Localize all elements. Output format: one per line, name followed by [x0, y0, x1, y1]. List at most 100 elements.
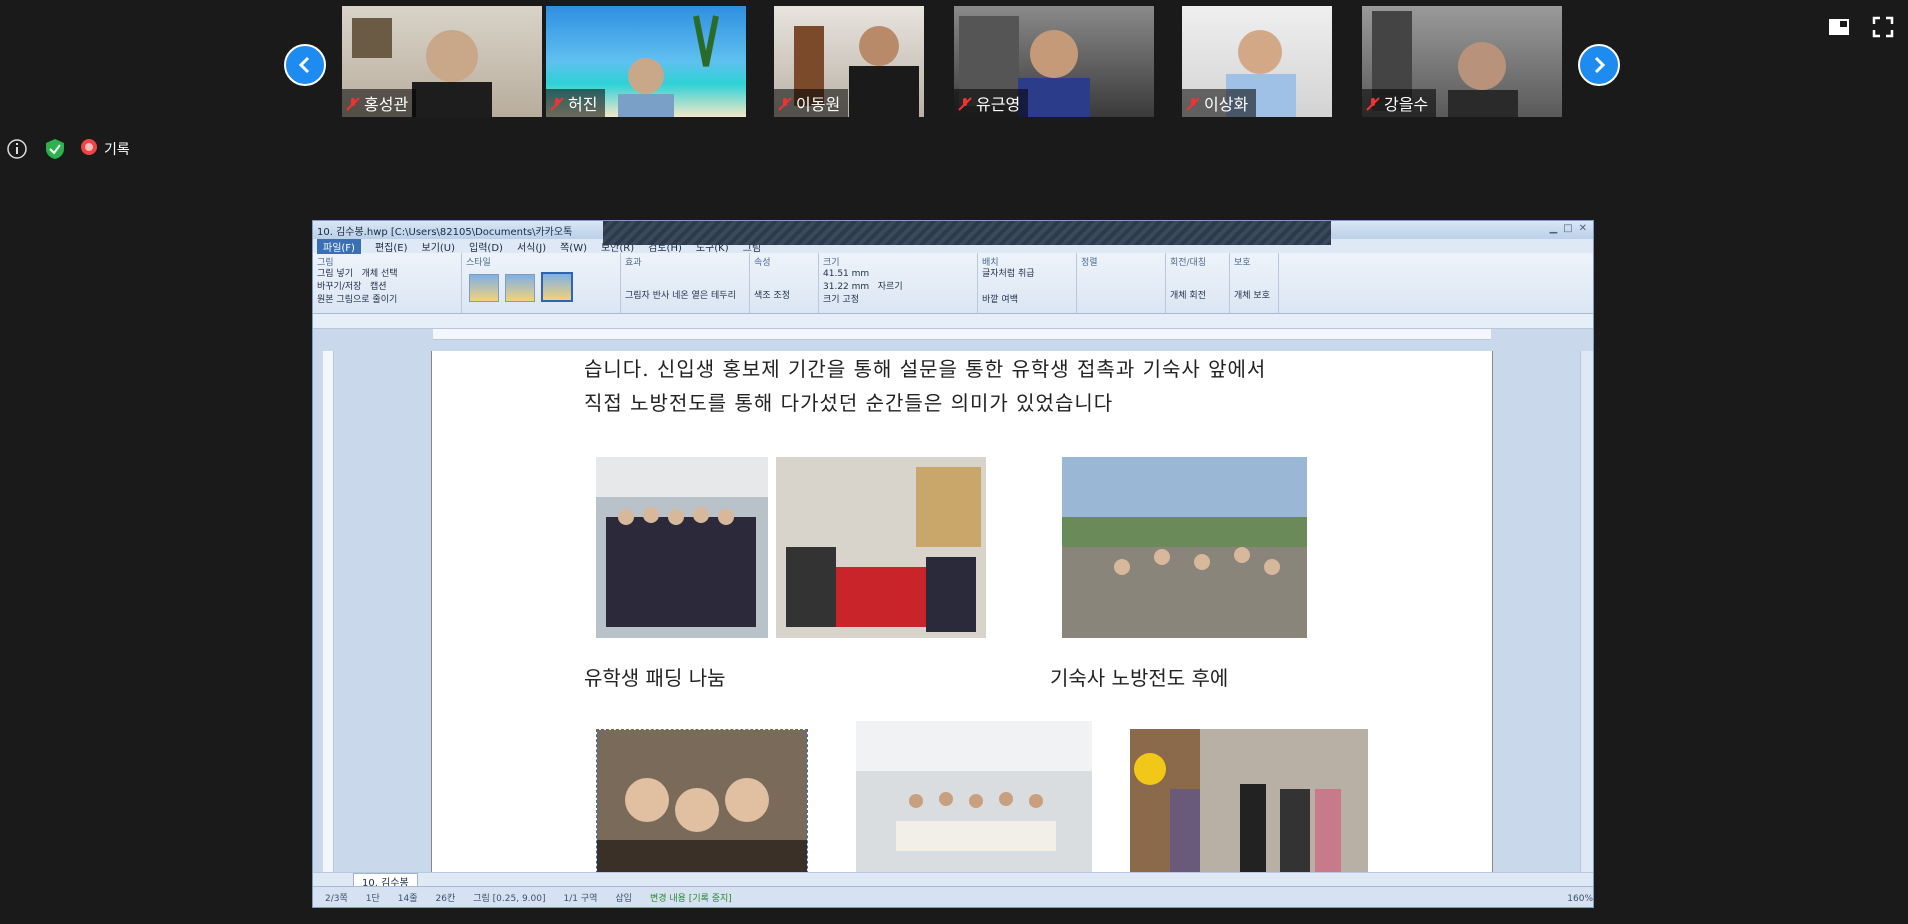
document-tabs: 10. 김수봉: [313, 872, 1593, 890]
shared-editor-window: 10. 김수봉.hwp [C:\Users\82105\Documents\카카…: [312, 220, 1594, 908]
style-thumb[interactable]: [505, 274, 535, 302]
caption-button[interactable]: 캡션: [370, 282, 387, 292]
menu-format[interactable]: 서식(J): [517, 239, 546, 254]
group-arrange-title: 배치: [982, 258, 999, 268]
mic-muted-icon: [550, 96, 564, 111]
mic-muted-icon: [1186, 96, 1200, 111]
recording-indicator[interactable]: 기록: [80, 138, 130, 160]
participant-tile[interactable]: 유근영: [954, 6, 1154, 117]
crop-button[interactable]: 자르기: [878, 282, 903, 292]
obscured-region: [603, 221, 1331, 245]
participant-tile[interactable]: 강을수: [1362, 6, 1562, 117]
color-adjust-button[interactable]: 색조 조정: [754, 291, 790, 301]
menu-edit[interactable]: 편집(E): [375, 239, 408, 254]
height-field[interactable]: 31.22: [823, 282, 849, 292]
status-page: 2/3쪽: [325, 893, 348, 904]
participant-name: 이상화: [1204, 95, 1249, 114]
horizontal-ruler: [433, 329, 1491, 340]
body-text-line: 직접 노방전도를 통해 다가섰던 순간들은 의미가 있었습니다: [584, 391, 1114, 415]
style-thumb[interactable]: [469, 274, 499, 302]
group-style-title: 스타일: [466, 258, 491, 268]
photo-caption: 기숙사 노방전도 후에: [1050, 666, 1229, 690]
fullscreen-icon[interactable]: [1872, 16, 1894, 38]
participant-tile[interactable]: 홍성관: [342, 6, 542, 117]
close-icon[interactable]: ✕: [1579, 223, 1587, 234]
photo-international-students[interactable]: [1130, 729, 1368, 887]
formatting-toolbar: [313, 314, 1593, 329]
gallery-prev-button[interactable]: [284, 44, 326, 86]
style-thumb-selected[interactable]: [541, 272, 573, 302]
reflection-button[interactable]: 반사: [653, 291, 670, 301]
unit-label: mm: [851, 282, 870, 292]
status-object: 그림 [0.25, 9.00]: [473, 893, 546, 904]
photo-selfie-selected[interactable]: [596, 729, 808, 889]
participant-name: 홍성관: [364, 95, 409, 114]
ribbon: 그림 그림 넣기 개체 선택 바꾸기/저장 캡션 원본 그림으로 줄이기 스타일…: [313, 253, 1593, 314]
reduce-button[interactable]: 줄이기: [372, 295, 397, 305]
status-section: 1단: [365, 893, 380, 904]
zoom-level[interactable]: 160%: [1567, 894, 1593, 904]
document-page[interactable]: 습니다. 신입생 홍보제 기간을 통해 설문을 통한 유학생 접촉과 기숙사 앞…: [431, 351, 1493, 889]
group-align-title: 정렬: [1081, 258, 1098, 268]
participant-name: 강을수: [1384, 95, 1429, 114]
menu-file[interactable]: 파일(F): [317, 238, 361, 254]
treat-as-char-checkbox[interactable]: 글자처럼 취급: [982, 269, 1035, 279]
participant-name: 유근영: [976, 95, 1021, 114]
participant-tile[interactable]: 이상화: [1182, 6, 1332, 117]
vertical-scrollbar[interactable]: [1580, 351, 1593, 887]
document-area: 습니다. 신입생 홍보제 기간을 통해 설문을 통한 유학생 접촉과 기숙사 앞…: [313, 351, 1593, 889]
record-label: 기록: [104, 142, 130, 158]
photo-students-group[interactable]: [596, 457, 768, 638]
menu-insert[interactable]: 입력(D): [469, 239, 503, 254]
minimize-icon[interactable]: ▁: [1549, 223, 1557, 234]
menu-view[interactable]: 보기(U): [422, 239, 456, 254]
group-size-title: 크기: [823, 258, 840, 268]
body-text-line: 습니다. 신입생 홍보제 기간을 통해 설문을 통한 유학생 접촉과 기숙사 앞…: [584, 357, 1267, 381]
status-track-changes[interactable]: 변경 내용 [기록 중지]: [650, 891, 732, 904]
status-col: 26칸: [435, 893, 456, 904]
group-protect-title: 보호: [1234, 258, 1251, 268]
status-mode: 삽입: [615, 893, 632, 904]
group-rotate-title: 회전/대칭: [1170, 258, 1207, 268]
vertical-ruler: [323, 351, 334, 887]
shadow-button[interactable]: 그림자: [625, 291, 650, 301]
editor-status-bar: 2/3쪽 1단 14줄 26칸 그림 [0.25, 9.00] 1/1 구역 삽…: [313, 886, 1593, 907]
photo-meeting-table[interactable]: [856, 721, 1092, 887]
group-effect-title: 효과: [625, 258, 642, 268]
chevron-left-icon: [298, 56, 310, 74]
photo-dormitory-outreach[interactable]: [1062, 457, 1307, 638]
info-icon[interactable]: [4, 136, 30, 162]
width-field[interactable]: 41.51: [823, 269, 849, 279]
insert-picture-button[interactable]: 그림 넣기: [317, 269, 353, 279]
window-title: 10. 김수봉.hwp [C:\Users\82105\Documents\카카…: [317, 226, 573, 238]
swap-save-button[interactable]: 바꾸기/저장: [317, 282, 361, 292]
photo-caption: 유학생 패딩 나눔: [584, 666, 726, 690]
record-icon: [80, 138, 98, 160]
view-layout-icon[interactable]: [1828, 16, 1850, 38]
menu-page[interactable]: 쪽(W): [560, 239, 587, 254]
gallery-next-button[interactable]: [1578, 44, 1620, 86]
maximize-icon[interactable]: □: [1563, 223, 1572, 234]
group-property-title: 속성: [754, 258, 771, 268]
mic-muted-icon: [346, 96, 360, 111]
mic-muted-icon: [1366, 96, 1380, 111]
status-line: 14줄: [397, 893, 418, 904]
outer-margin-button[interactable]: 바깥 여백: [982, 295, 1018, 305]
soft-edge-button[interactable]: 옅은 테두리: [692, 291, 736, 301]
status-block: 1/1 구역: [563, 893, 598, 904]
participant-name: 이동원: [796, 95, 841, 114]
rotate-object-button[interactable]: 개체 회전: [1170, 291, 1206, 301]
participant-name: 허진: [568, 95, 598, 114]
unit-label: mm: [851, 269, 870, 279]
mic-muted-icon: [778, 96, 792, 111]
participant-tile[interactable]: 허진: [546, 6, 746, 117]
photo-padding-sharing[interactable]: [776, 457, 986, 638]
participant-tile[interactable]: 이동원: [774, 6, 924, 117]
protect-object-button[interactable]: 개체 보호: [1234, 291, 1270, 301]
original-picture-button[interactable]: 원본 그림으로: [317, 295, 370, 305]
lock-size-checkbox[interactable]: 크기 고정: [823, 295, 859, 305]
mic-muted-icon: [958, 96, 972, 111]
security-shield-icon[interactable]: [42, 136, 68, 162]
glow-button[interactable]: 네온: [672, 291, 689, 301]
select-object-button[interactable]: 개체 선택: [362, 269, 398, 279]
